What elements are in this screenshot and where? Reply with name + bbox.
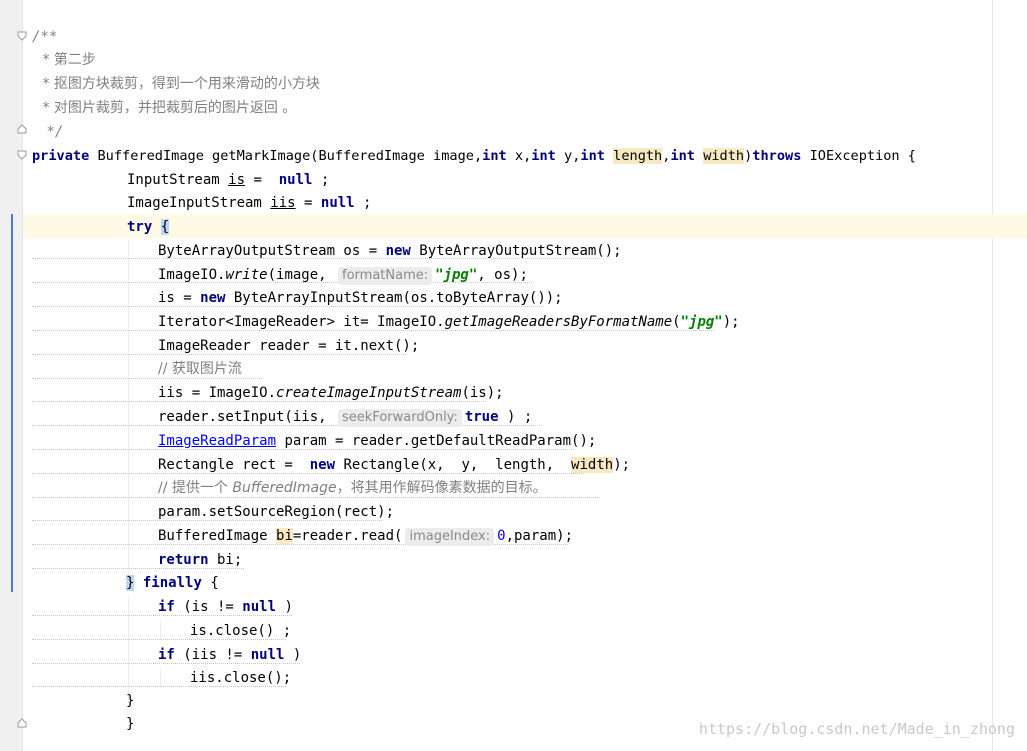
code-line[interactable]: is.close() ; (190, 620, 291, 642)
code-line[interactable]: } (126, 690, 134, 712)
current-line-highlight (23, 214, 1027, 238)
parameter-hint: imageIndex: (405, 528, 495, 546)
keyword: private (32, 148, 90, 164)
keyword: int (531, 148, 556, 164)
code-line-return[interactable]: return bi; (158, 549, 242, 571)
code-line-comment[interactable]: */ (38, 121, 63, 143)
keyword: int (580, 148, 605, 164)
keyword: throws (752, 148, 802, 164)
code-line-comment[interactable]: // 获取图片流 (158, 358, 242, 380)
gutter-separator (22, 0, 23, 751)
code-line[interactable]: ImageIO.write(image, formatName: "jpg", o… (158, 264, 528, 286)
code-line[interactable]: } (126, 713, 134, 735)
fold-open-icon[interactable] (17, 31, 27, 41)
class-link[interactable]: ImageReadParam (158, 433, 276, 449)
unused-param-highlight: length (613, 148, 663, 164)
parameter-hint: seekForwardOnly: (338, 409, 462, 427)
parameter-hint: formatName: (338, 267, 433, 285)
code-line-finally[interactable]: } finally { (126, 572, 219, 594)
code-line[interactable]: iis.close(); (190, 667, 291, 689)
code-line[interactable]: InputStream is = null ; (127, 169, 329, 191)
code-line[interactable]: ImageReader reader = it.next(); (158, 335, 419, 357)
code-line[interactable]: iis = ImageIO.createImageInputStream(is)… (158, 382, 504, 404)
code-line-comment[interactable]: * 对图片裁剪，并把裁剪后的图片返回 。 (38, 97, 296, 119)
indent-guide (128, 240, 129, 580)
fold-open-icon[interactable] (17, 150, 27, 160)
right-margin-guide (992, 0, 993, 751)
scope-indicator-bar (11, 214, 13, 592)
code-line-try[interactable]: try { (127, 216, 170, 238)
code-line[interactable]: Iterator<ImageReader> it= ImageIO.getIma… (158, 311, 740, 333)
unused-param-highlight: width (703, 148, 745, 164)
fold-close-icon[interactable] (17, 718, 27, 728)
code-line[interactable]: reader.setInput(iis, seekForwardOnly: tru… (158, 406, 532, 428)
fold-close-icon[interactable] (17, 124, 27, 134)
code-line-comment[interactable]: // 提供一个 BufferedImage，将其用作解码像素数据的目标。 (158, 477, 547, 499)
code-line[interactable]: if (is != null ) (158, 596, 293, 618)
keyword: int (482, 148, 507, 164)
code-line[interactable]: ByteArrayOutputStream os = new ByteArray… (158, 240, 622, 262)
code-line[interactable]: if (iis != null ) (158, 644, 301, 666)
code-line[interactable]: Rectangle rect = new Rectangle(x, y, len… (158, 454, 630, 476)
unused-param-highlight: width (571, 457, 614, 473)
code-line-comment[interactable]: * 第二步 (38, 49, 95, 71)
matched-brace: } (126, 575, 135, 591)
code-line[interactable]: is = new ByteArrayInputStream(os.toByteA… (158, 287, 563, 309)
unused-param-highlight: bi (276, 528, 293, 544)
indent-guide (160, 620, 161, 640)
watermark: https://blog.csdn.net/Made_in_zhong (698, 720, 1015, 738)
code-line-comment[interactable]: * 抠图方块裁剪，得到一个用来滑动的小方块 (38, 73, 319, 95)
code-line-comment[interactable]: /** (32, 26, 57, 48)
code-line[interactable]: ImageInputStream iis = null ; (127, 192, 371, 214)
keyword: int (670, 148, 695, 164)
code-line-method-signature[interactable]: private BufferedImage getMarkImage(Buffe… (32, 145, 916, 167)
code-line[interactable]: ImageReadParam param = reader.getDefault… (158, 430, 596, 452)
matched-brace: { (160, 219, 170, 235)
indent-guide (160, 668, 161, 688)
code-line[interactable]: BufferedImage bi=reader.read(imageIndex:… (158, 525, 573, 547)
code-line[interactable]: param.setSourceRegion(rect); (158, 501, 394, 523)
